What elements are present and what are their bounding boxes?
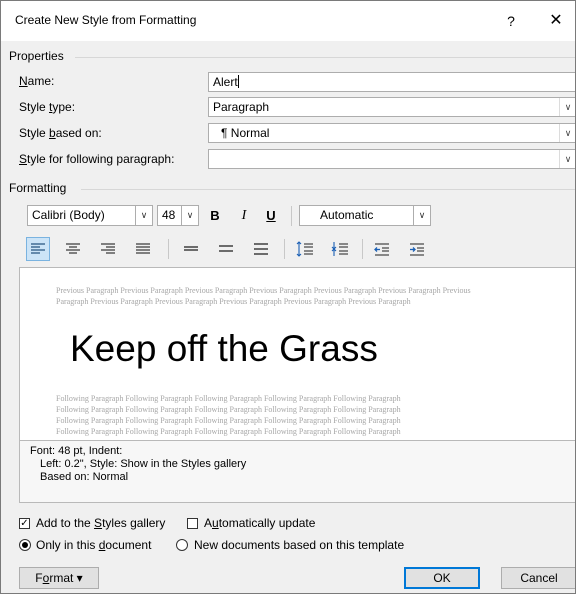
preview-sample-text: Keep off the Grass: [70, 328, 378, 369]
bold-button[interactable]: B: [204, 205, 226, 227]
decrease-indent-icon[interactable]: [370, 237, 394, 261]
font-value: Calibri (Body): [32, 208, 105, 222]
dialog-title: Create New Style from Formatting: [15, 13, 197, 27]
chevron-down-icon: ∨: [559, 124, 575, 142]
font-select[interactable]: Calibri (Body) ∨: [27, 205, 153, 226]
name-input-value: Alert: [213, 75, 238, 89]
font-color-value: Automatic: [320, 208, 374, 222]
font-size-select[interactable]: 48 ∨: [157, 205, 199, 226]
description-line: Font: 48 pt, Indent:: [30, 445, 123, 457]
format-button[interactable]: Format ▾: [19, 567, 99, 589]
new-documents-radio[interactable]: [176, 539, 188, 551]
increase-paragraph-spacing-icon[interactable]: [293, 237, 317, 261]
formatting-group-label: Formatting: [9, 181, 67, 195]
toolbar-separator: [284, 239, 285, 259]
close-button[interactable]: ✕: [541, 10, 571, 32]
properties-divider: [75, 57, 575, 58]
only-this-document-radio[interactable]: [19, 539, 31, 551]
font-toolbar: Calibri (Body) ∨ 48 ∨ B I U Automatic ∨: [1, 204, 575, 228]
italic-button[interactable]: I: [233, 205, 255, 227]
style-type-select[interactable]: Paragraph ∨: [208, 97, 575, 117]
double-spacing-icon[interactable]: [249, 237, 273, 261]
preview-following-line: Following Paragraph Following Paragraph …: [56, 405, 401, 414]
font-size-value: 48: [162, 208, 176, 222]
following-paragraph-label: Style for following paragraph:: [19, 152, 175, 166]
toolbar-separator: [362, 239, 363, 259]
chevron-down-icon: ∨: [413, 206, 430, 225]
create-style-dialog: Create New Style from Formatting ? ✕ Pro…: [0, 0, 576, 594]
preview-previous-line: Paragraph Previous Paragraph Previous Pa…: [56, 297, 411, 306]
auto-update-label: Automatically update: [204, 516, 316, 530]
font-color-select[interactable]: Automatic ∨: [299, 205, 431, 226]
chevron-down-icon: ∨: [559, 98, 575, 116]
chevron-down-icon: ∨: [181, 206, 198, 225]
toolbar-separator: [168, 239, 169, 259]
properties-group-label: Properties: [9, 49, 64, 63]
style-based-on-select[interactable]: ¶ Normal ∨: [208, 123, 575, 143]
single-spacing-icon[interactable]: [179, 237, 203, 261]
name-input[interactable]: Alert: [208, 72, 575, 92]
title-bar: Create New Style from Formatting ? ✕: [1, 1, 575, 41]
chevron-down-icon: ∨: [559, 150, 575, 168]
decrease-paragraph-spacing-icon[interactable]: [328, 237, 352, 261]
description-line: Based on: Normal: [40, 471, 129, 483]
align-center-icon[interactable]: [61, 237, 85, 261]
formatting-divider: [81, 189, 575, 190]
style-description: Font: 48 pt, Indent: Left: 0.2", Style: …: [19, 441, 575, 503]
justify-icon[interactable]: [131, 237, 155, 261]
style-preview: Previous Paragraph Previous Paragraph Pr…: [19, 267, 575, 441]
cancel-button[interactable]: Cancel: [501, 567, 575, 589]
align-left-icon[interactable]: [26, 237, 50, 261]
add-to-gallery-checkbox[interactable]: ✓: [19, 518, 30, 529]
ok-button[interactable]: OK: [404, 567, 480, 589]
underline-button[interactable]: U: [260, 205, 282, 227]
description-line: Left: 0.2", Style: Show in the Styles ga…: [40, 458, 247, 470]
paragraph-toolbar: [1, 237, 575, 261]
preview-following-line: Following Paragraph Following Paragraph …: [56, 416, 401, 425]
new-documents-label: New documents based on this template: [194, 538, 405, 552]
auto-update-checkbox[interactable]: [187, 518, 198, 529]
style-type-value: Paragraph: [213, 100, 270, 114]
one-half-spacing-icon[interactable]: [214, 237, 238, 261]
text-caret: [237, 75, 239, 88]
following-paragraph-select[interactable]: ∨: [208, 149, 575, 169]
name-label: Name:: [19, 74, 55, 88]
add-to-gallery-label: Add to the Styles gallery: [36, 516, 166, 530]
preview-following-line: Following Paragraph Following Paragraph …: [56, 394, 401, 403]
align-right-icon[interactable]: [96, 237, 120, 261]
increase-indent-icon[interactable]: [405, 237, 429, 261]
toolbar-separator: [291, 206, 292, 226]
only-this-document-label: Only in this document: [36, 538, 152, 552]
preview-following-line: Following Paragraph Following Paragraph …: [56, 427, 401, 436]
style-type-label: Style type:: [19, 100, 76, 114]
style-based-on-label: Style based on:: [19, 126, 102, 140]
help-button[interactable]: ?: [497, 10, 525, 32]
preview-previous-line: Previous Paragraph Previous Paragraph Pr…: [56, 286, 471, 295]
style-based-on-value: ¶ Normal: [221, 126, 270, 140]
chevron-down-icon: ∨: [135, 206, 152, 225]
